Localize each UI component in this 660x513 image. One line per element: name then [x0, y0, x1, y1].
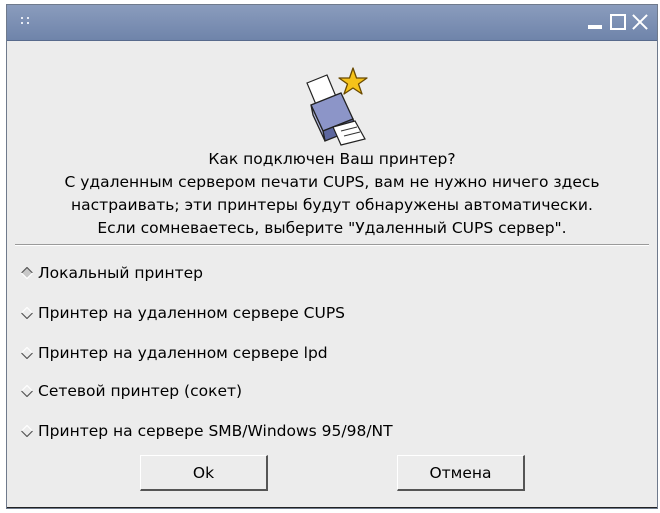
- dialog-window: Как подключен Ваш принтер? С удаленным с…: [6, 4, 658, 509]
- option-label: Принтер на удаленном сервере CUPS: [38, 304, 346, 322]
- info-line: настраивать; эти принтеры будут обнаруже…: [71, 196, 593, 214]
- option-label: Принтер на удаленном сервере lpd: [38, 344, 328, 362]
- info-line: Если сомневаетесь, выберите "Удаленный C…: [97, 219, 567, 237]
- dialog-description: Как подключен Ваш принтер? С удаленным с…: [7, 148, 657, 240]
- minimize-icon[interactable]: [585, 11, 607, 33]
- info-line: С удаленным сервером печати CUPS, вам не…: [64, 173, 600, 191]
- cancel-button[interactable]: Отмена: [397, 455, 525, 491]
- option-label: Локальный принтер: [38, 264, 203, 282]
- window-bottom-edge: [7, 507, 657, 508]
- option-label: Сетевой принтер (сокет): [38, 382, 243, 400]
- option-smb-windows[interactable]: Принтер на сервере SMB/Windows 95/98/NT: [21, 419, 393, 443]
- maximize-icon[interactable]: [607, 11, 629, 33]
- radio-icon[interactable]: [21, 425, 33, 437]
- radio-selected-icon[interactable]: [21, 267, 33, 279]
- radio-icon[interactable]: [21, 385, 33, 397]
- window-menu-icon[interactable]: [21, 17, 31, 25]
- separator: [15, 244, 649, 246]
- radio-icon[interactable]: [21, 307, 33, 319]
- title-bar[interactable]: [7, 5, 657, 41]
- option-local-printer[interactable]: Локальный принтер: [21, 261, 203, 285]
- question-text: Как подключен Ваш принтер?: [208, 150, 456, 168]
- ok-button[interactable]: Ok: [140, 455, 268, 491]
- close-icon[interactable]: [629, 11, 651, 33]
- option-remote-cups[interactable]: Принтер на удаленном сервере CUPS: [21, 301, 345, 325]
- option-label: Принтер на сервере SMB/Windows 95/98/NT: [38, 422, 393, 440]
- option-network-socket[interactable]: Сетевой принтер (сокет): [21, 379, 242, 403]
- option-remote-lpd[interactable]: Принтер на удаленном сервере lpd: [21, 341, 328, 365]
- printer-star-icon: [301, 65, 371, 147]
- radio-icon[interactable]: [21, 347, 33, 359]
